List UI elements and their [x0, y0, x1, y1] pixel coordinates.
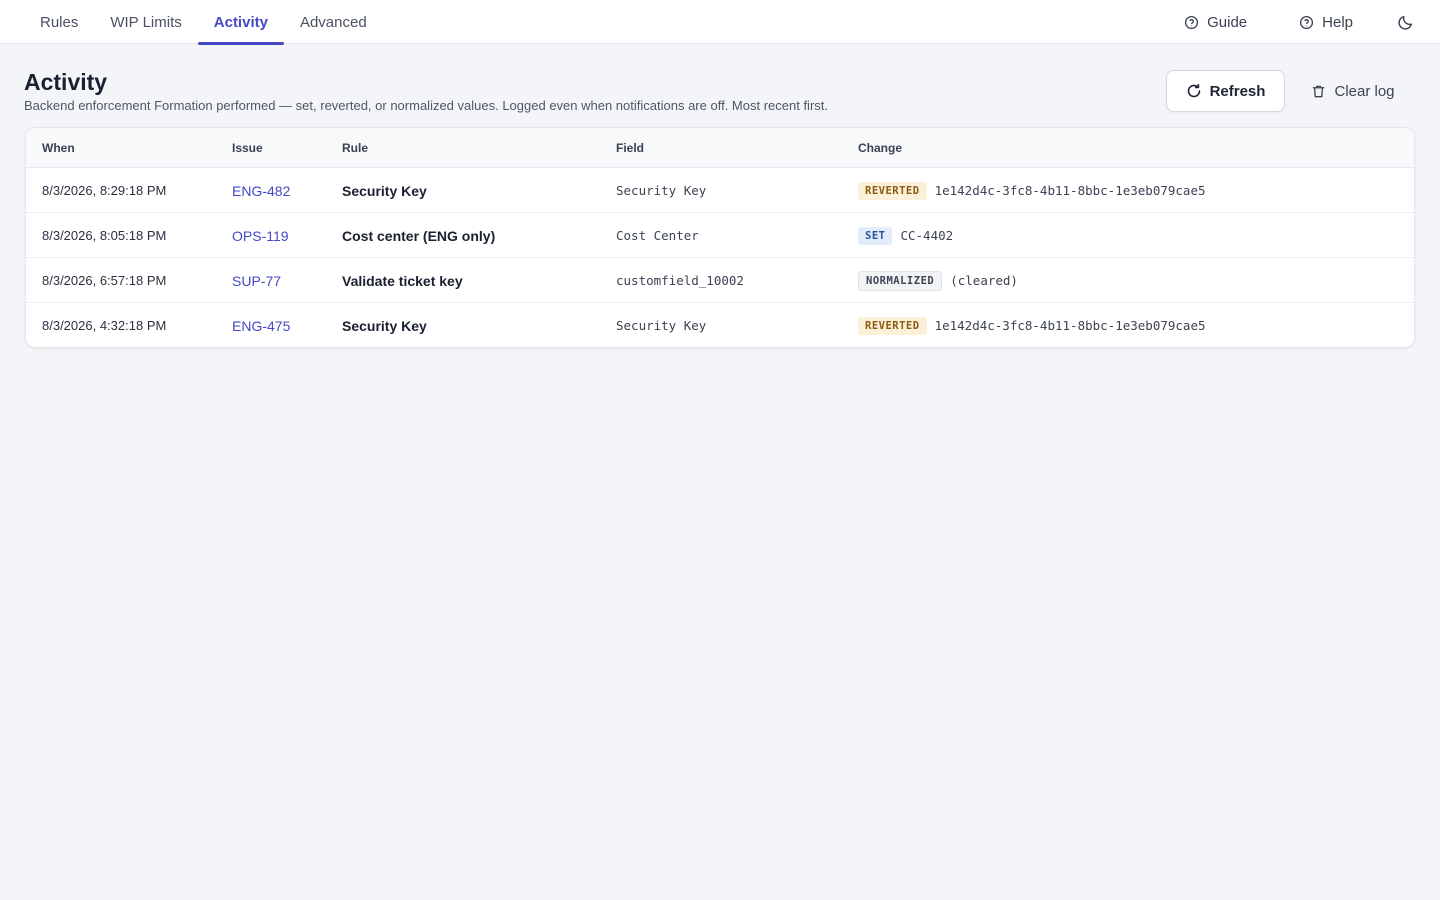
table-row: 8/3/2026, 8:05:18 PM OPS-119 Cost center… [26, 213, 1414, 258]
moon-icon [1398, 15, 1413, 30]
field-cell: customfield_10002 [616, 273, 744, 288]
guide-link[interactable]: Guide [1184, 14, 1247, 31]
help-link[interactable]: Help [1299, 14, 1353, 31]
table-row: 8/3/2026, 4:32:18 PM ENG-475 Security Ke… [26, 303, 1414, 347]
question-circle-icon [1300, 15, 1314, 29]
column-header-when: When [42, 141, 75, 155]
rule-cell: Cost center (ENG only) [342, 227, 496, 244]
refresh-icon [1187, 83, 1200, 98]
change-value: 1e142d4c-3fc8-4b11-8bbc-1e3eb079cae5 [934, 183, 1206, 198]
issue-cell: ENG-482 [232, 168, 290, 213]
rule-cell: Security Key [342, 317, 427, 334]
top-nav: Rules WIP Limits Activity Advanced Guide… [0, 0, 1440, 45]
field-cell: Security Key [616, 183, 707, 198]
clear-log-button[interactable]: Clear log [1300, 70, 1406, 112]
refresh-button[interactable]: Refresh [1166, 70, 1285, 112]
column-header-field: Field [616, 141, 645, 155]
when-cell: 8/3/2026, 6:57:18 PM [42, 273, 167, 288]
status-badge: NORMALIZED [858, 270, 943, 291]
column-header-change: Change [858, 141, 903, 155]
tab-activity[interactable]: Activity [197, 0, 285, 45]
tab-rules[interactable]: Rules [24, 0, 94, 44]
trash-icon [1313, 85, 1325, 97]
change-value: CC-4402 [900, 228, 954, 243]
change-cell: REVERTED 1e142d4c-3fc8-4b11-8bbc-1e3eb07… [858, 303, 1206, 347]
when-cell: 8/3/2026, 4:32:18 PM [42, 318, 167, 333]
issue-link[interactable]: OPS-119 [232, 228, 289, 244]
table-row: 8/3/2026, 6:57:18 PM SUP-77 Validate tic… [26, 258, 1414, 303]
change-value: 1e142d4c-3fc8-4b11-8bbc-1e3eb079cae5 [934, 318, 1206, 333]
page-subtitle: Backend enforcement Formation performed … [24, 98, 828, 113]
when-cell: 8/3/2026, 8:05:18 PM [42, 228, 167, 243]
issue-link[interactable]: ENG-475 [232, 318, 290, 334]
table-header: When Issue Rule Field Change [26, 128, 1414, 168]
issue-cell: SUP-77 [232, 258, 281, 303]
issue-cell: ENG-475 [232, 303, 290, 347]
issue-cell: OPS-119 [232, 213, 289, 258]
change-value: (cleared) [950, 273, 1018, 288]
column-header-issue: Issue [232, 141, 263, 155]
field-cell: Security Key [616, 318, 707, 333]
field-cell: Cost Center [616, 228, 699, 243]
issue-link[interactable]: ENG-482 [232, 183, 290, 199]
page-title: Activity [24, 69, 108, 95]
rule-cell: Security Key [342, 182, 427, 199]
when-cell: 8/3/2026, 8:29:18 PM [42, 183, 167, 198]
guide-label: Guide [1207, 13, 1248, 31]
top-actions: Guide Help [1132, 0, 1414, 44]
status-badge: REVERTED [858, 181, 927, 200]
change-cell: NORMALIZED (cleared) [858, 258, 1018, 303]
change-cell: REVERTED 1e142d4c-3fc8-4b11-8bbc-1e3eb07… [858, 168, 1206, 213]
clear-log-label: Clear log [1334, 82, 1395, 100]
question-circle-icon [1185, 15, 1199, 29]
status-badge: SET [858, 226, 893, 245]
refresh-label: Refresh [1209, 82, 1266, 100]
rule-cell: Validate ticket key [342, 272, 463, 289]
help-label: Help [1322, 13, 1353, 31]
change-cell: SET CC-4402 [858, 213, 953, 258]
table-row: 8/3/2026, 8:29:18 PM ENG-482 Security Ke… [26, 168, 1414, 213]
tab-advanced[interactable]: Advanced [284, 0, 383, 44]
tab-bar: Rules WIP Limits Activity Advanced [24, 0, 383, 45]
tab-wip-limits[interactable]: WIP Limits [94, 0, 197, 44]
theme-toggle-button[interactable] [1397, 14, 1414, 31]
status-badge: REVERTED [858, 316, 927, 335]
activity-table: When Issue Rule Field Change 8/3/2026, 8… [25, 127, 1415, 348]
issue-link[interactable]: SUP-77 [232, 273, 281, 289]
column-header-rule: Rule [342, 141, 369, 155]
